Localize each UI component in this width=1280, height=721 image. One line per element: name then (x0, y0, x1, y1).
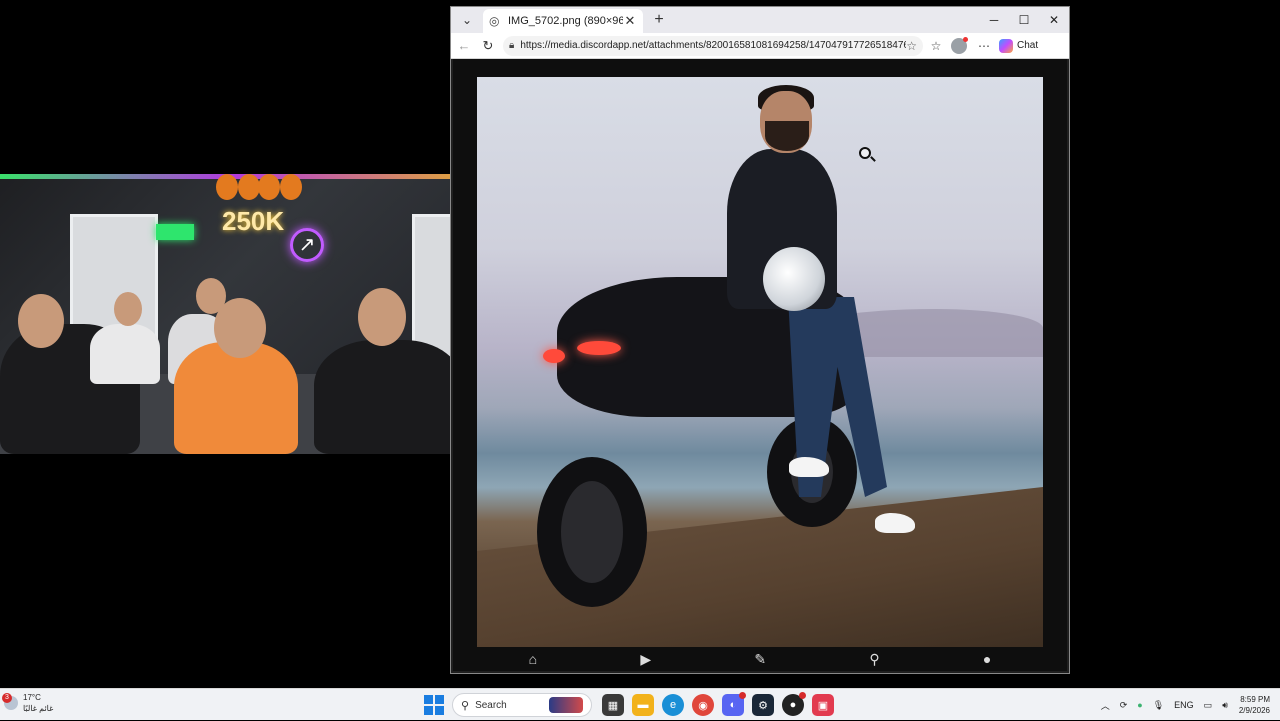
play-icon: ▶ (640, 650, 652, 667)
window-controls: ─ ☐ ✕ (979, 7, 1069, 33)
profile-avatar[interactable] (951, 36, 968, 54)
search-highlight-icon (549, 697, 583, 713)
lock-icon[interactable]: 🔒︎ (509, 40, 514, 51)
streaming-app-icon[interactable]: ▣ (812, 694, 834, 716)
webcam-overlay: 250K ↗ (0, 174, 464, 454)
time: 8:59 PM (1240, 695, 1270, 704)
photo-headlight (577, 341, 621, 355)
minimize-button[interactable]: ─ (979, 7, 1009, 33)
pen-icon: ✎ (754, 650, 767, 667)
search-icon: ⚲ (869, 650, 880, 667)
balloon (238, 174, 260, 200)
refresh-icon[interactable]: ↻ (477, 35, 499, 57)
new-tab-button[interactable]: + (647, 11, 671, 29)
balloon (258, 174, 280, 200)
person-right-head (358, 288, 406, 346)
balloon (216, 174, 238, 200)
kick-logo-icon: ↗ (290, 228, 324, 262)
taskbar-search[interactable]: ⚲ Search (452, 693, 592, 717)
exit-sign (156, 224, 194, 240)
task-view-icon[interactable]: ▦ (602, 694, 624, 716)
steam-icon[interactable]: ⚙ (752, 694, 774, 716)
person-right-jacket (314, 340, 464, 454)
tab-list-icon[interactable]: ⌄ (455, 9, 479, 31)
app-icon[interactable]: ● (782, 692, 806, 716)
copilot-chat-button[interactable]: Chat (999, 38, 1039, 53)
person-back (90, 324, 160, 384)
tab-image[interactable]: ◎ IMG_5702.png (890×960) ✕ (483, 9, 643, 33)
photo-headlight-2 (543, 349, 565, 363)
network-icon[interactable]: ▭ (1204, 700, 1213, 711)
status-icon[interactable]: ● (1137, 700, 1142, 710)
person-left-head (18, 294, 64, 348)
weather-widget[interactable]: 3 17°C غائم غالبًا (2, 692, 54, 714)
person-center-orange (174, 342, 298, 454)
discord-icon[interactable]: ◐ (722, 692, 746, 716)
avatar: ● (982, 651, 992, 667)
chevron-up-icon[interactable]: ︿ (1101, 699, 1110, 712)
tab-close-icon[interactable]: ✕ (623, 13, 637, 29)
photo-helmet (763, 247, 825, 311)
chrome-icon[interactable]: ◉ (692, 694, 714, 716)
favorites-icon[interactable]: ☆ (925, 35, 947, 57)
weather-desc: غائم غالبًا (23, 704, 54, 713)
browser-toolbar: ← ↻ 🔒︎ https://media.discordapp.net/atta… (451, 33, 1069, 59)
notification-badge: 3 (2, 693, 12, 703)
title-bar: ⌄ ◎ IMG_5702.png (890×960) ✕ + ─ ☐ ✕ (451, 7, 1069, 33)
clock[interactable]: 8:59 PM 2/9/2026 (1239, 694, 1270, 716)
chat-label: Chat (1017, 40, 1039, 51)
person-back-head (114, 292, 142, 326)
microphone-icon[interactable]: 🎙︎ (1153, 700, 1164, 711)
close-window-button[interactable]: ✕ (1039, 7, 1069, 33)
back-icon[interactable]: ← (453, 35, 475, 57)
url-text: https://media.discordapp.net/attachments… (520, 40, 907, 51)
star-icon[interactable]: ☆ (906, 39, 917, 53)
sync-icon[interactable]: ⟳ (1120, 700, 1128, 711)
volume-icon[interactable]: 🔊︎ (1222, 700, 1228, 711)
address-bar[interactable]: 🔒︎ https://media.discordapp.net/attachme… (503, 35, 923, 56)
system-tray: ︿ ⟳ ● 🎙︎ ENG ▭ 🔊︎ 8:59 PM 2/9/2026 (1096, 689, 1270, 721)
weather-icon: 3 (2, 693, 18, 710)
home-icon: ⌂ (528, 651, 538, 667)
browser-window: ⌄ ◎ IMG_5702.png (890×960) ✕ + ─ ☐ ✕ ← ↻… (450, 6, 1070, 674)
weather-temp: 17°C (23, 693, 41, 702)
overlay-250k-text: 250K (222, 206, 285, 236)
search-icon: ⚲ (461, 699, 470, 712)
photo-man-beard (765, 121, 809, 151)
language-indicator[interactable]: ENG (1174, 700, 1194, 710)
zoom-in-cursor-icon (859, 147, 871, 159)
globe-icon: ◎ (489, 14, 500, 28)
underlying-page-strip: ⌂ ▶ ✎ ⚲ ● (477, 647, 1043, 671)
desktop: 250K ↗ ⌄ ◎ IMG_5702.png (890×960) ✕ + ─ … (0, 0, 1280, 688)
edge-icon[interactable]: e (662, 694, 684, 716)
copilot-icon (999, 38, 1013, 53)
person-center-head (214, 298, 266, 358)
image-viewport[interactable]: ⌂ ▶ ✎ ⚲ ● (453, 59, 1067, 671)
more-icon[interactable]: ⋯ (973, 35, 995, 57)
taskbar-apps: ⚲ Search ▦ ▬ e ◉ ◐ ⚙ ● ▣ (424, 689, 838, 721)
photo-front-wheel (537, 457, 647, 607)
maximize-button[interactable]: ☐ (1009, 7, 1039, 33)
date: 2/9/2026 (1238, 706, 1270, 715)
search-placeholder: Search (475, 699, 507, 711)
displayed-image[interactable] (477, 77, 1043, 647)
taskbar: 3 17°C غائم غالبًا ⚲ Search ▦ ▬ e ◉ ◐ ⚙ … (0, 688, 1280, 720)
file-explorer-icon[interactable]: ▬ (632, 694, 654, 716)
balloon (280, 174, 302, 200)
tab-title: IMG_5702.png (890×960) (508, 15, 623, 27)
windows-start-icon[interactable] (424, 695, 444, 715)
